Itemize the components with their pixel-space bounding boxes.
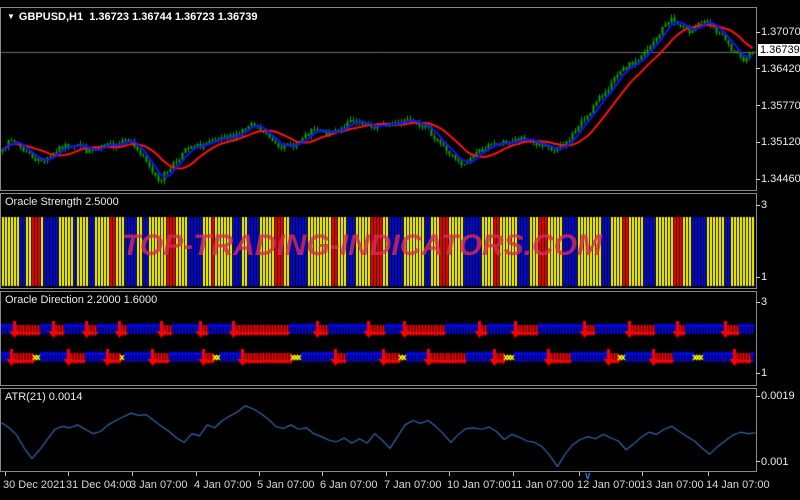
direction-tick-label: 1: [761, 367, 768, 379]
oracle-strength-label: Oracle Strength 2.5000: [5, 196, 119, 208]
time-tick-label: 3 Jan 07:00: [130, 479, 188, 491]
price-tick-mark: [756, 31, 760, 33]
time-tick-label: 31 Dec 04:00: [66, 479, 132, 491]
price-tick-label: 1.34460: [761, 173, 800, 186]
direction-tick-mark: [756, 302, 760, 303]
strength-tick-label: 3: [761, 199, 768, 211]
direction-tick-label: 3: [761, 296, 768, 308]
strength-tick-label: 1: [761, 271, 768, 283]
time-tick-mark: [449, 472, 450, 476]
chart-symbol-period: GBPUSD,H1: [18, 11, 84, 23]
time-tick-label: 30 Dec 2021: [3, 479, 66, 491]
time-tick-mark: [68, 472, 69, 476]
price-tick-label: 1.35770: [761, 99, 800, 112]
time-tick-label: 5 Jan 07:00: [257, 479, 315, 491]
atr-canvas[interactable]: [1, 389, 756, 471]
main-chart-canvas[interactable]: [1, 8, 756, 190]
time-tick-mark: [5, 472, 6, 476]
time-tick-label: 4 Jan 07:00: [194, 479, 252, 491]
time-tick-label: 14 Jan 07:00: [706, 479, 770, 491]
chart-title: ▼ GBPUSD,H1 1.36723 1.36744 1.36723 1.367…: [7, 11, 257, 23]
strength-tick-mark: [756, 277, 760, 278]
time-tick-label: 13 Jan 07:00: [640, 479, 704, 491]
time-tick-label: 11 Jan 07:00: [511, 479, 574, 491]
atr-tick-mark: [756, 395, 760, 397]
price-tick-label: 1.37070: [761, 26, 800, 39]
oracle-direction-panel: Oracle Direction 2.2000 1.6000: [0, 291, 757, 386]
atr-tick-label: 0.001: [761, 455, 789, 468]
time-tick-mark: [196, 472, 197, 476]
time-tick-mark: [708, 472, 709, 476]
price-tick-mark: [756, 141, 760, 143]
atr-panel: ATR(21) 0.0014: [0, 388, 757, 472]
time-tick-mark: [132, 472, 133, 476]
time-axis: ∨ 30 Dec 2021 31 Dec 04:00 3 Jan 07:00 4 Ja…: [0, 471, 800, 500]
price-tick-mark: [756, 105, 760, 107]
atr-label: ATR(21) 0.0014: [5, 391, 83, 403]
mt4-chart-window: ▼ GBPUSD,H1 1.36723 1.36744 1.36723 1.367…: [0, 0, 800, 500]
price-tick-label: 1.36420: [761, 62, 800, 75]
chart-ohlc-values: 1.36723 1.36744 1.36723 1.36739: [89, 11, 258, 23]
current-price-badge: 1.36739: [758, 44, 800, 56]
price-tick-mark: [756, 178, 760, 180]
time-tick-mark: [386, 472, 387, 476]
price-tick-label: 1.35120: [761, 136, 800, 149]
direction-tick-mark: [756, 373, 760, 374]
chart-dropdown-icon[interactable]: ▼: [7, 12, 15, 21]
price-tick-mark: [756, 68, 760, 70]
time-tick-mark: [513, 472, 514, 476]
time-tick-label: 7 Jan 07:00: [384, 479, 442, 491]
oracle-strength-canvas[interactable]: [1, 194, 756, 288]
atr-tick-mark: [756, 461, 760, 463]
oracle-direction-label: Oracle Direction 2.2000 1.6000: [5, 294, 158, 306]
main-chart-panel: ▼ GBPUSD,H1 1.36723 1.36744 1.36723 1.367…: [0, 7, 757, 191]
time-tick-label: 10 Jan 07:00: [447, 479, 511, 491]
strength-tick-mark: [756, 205, 760, 206]
time-tick-mark: [322, 472, 323, 476]
time-tick-mark: [642, 472, 643, 476]
atr-tick-label: 0.0019: [761, 390, 795, 403]
time-tick-label: 6 Jan 07:00: [320, 479, 378, 491]
time-tick-label: 12 Jan 07:00: [577, 479, 641, 491]
oracle-strength-panel: Oracle Strength 2.5000: [0, 193, 757, 289]
time-tick-mark: [579, 472, 580, 476]
time-tick-mark: [259, 472, 260, 476]
